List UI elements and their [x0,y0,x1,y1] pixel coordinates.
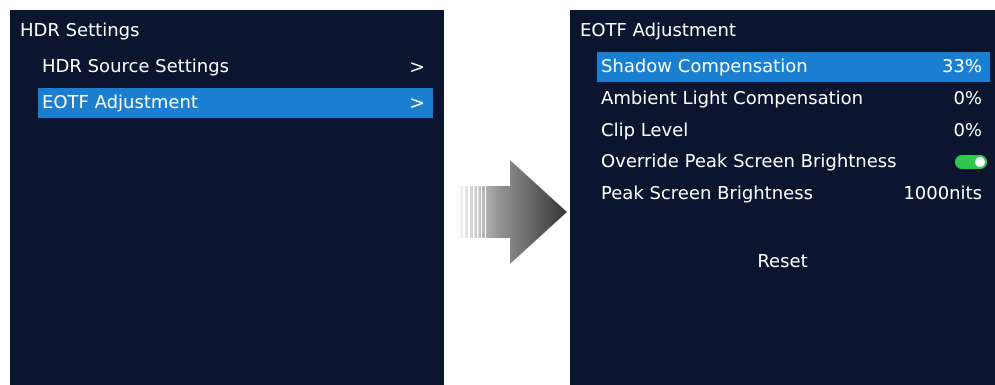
reset-button[interactable]: Reset [570,248,995,276]
menu-item-label: EOTF Adjustment [42,92,198,113]
setting-label: Clip Level [601,120,689,141]
setting-clip-level[interactable]: Clip Level 0% [597,116,990,146]
setting-value: 1000nits [903,183,982,204]
menu-item-eotf-adjustment[interactable]: EOTF Adjustment > [38,88,433,118]
menu-item-label: HDR Source Settings [42,56,229,77]
hdr-settings-panel: HDR Settings HDR Source Settings > EOTF … [10,10,444,385]
setting-label: Shadow Compensation [601,56,808,77]
setting-value: 0% [953,120,982,141]
eotf-adjustment-panel: EOTF Adjustment Shadow Compensation 33% … [570,10,995,385]
panel-title-hdr-settings: HDR Settings [20,20,140,41]
setting-value: 0% [953,88,982,109]
setting-label: Override Peak Screen Brightness [601,151,897,172]
panel-title-eotf-adjustment: EOTF Adjustment [580,20,736,41]
setting-label: Peak Screen Brightness [601,183,813,204]
toggle-knob [975,157,985,167]
setting-shadow-compensation[interactable]: Shadow Compensation 33% [597,52,990,82]
arrow-right-icon [455,160,567,264]
setting-value: 33% [941,56,982,77]
chevron-right-icon: > [409,92,425,114]
chevron-right-icon: > [409,56,425,78]
menu-item-hdr-source-settings[interactable]: HDR Source Settings > [38,52,433,82]
setting-override-peak-screen-brightness[interactable]: Override Peak Screen Brightness [597,147,990,177]
toggle-switch-icon[interactable] [955,155,987,169]
setting-peak-screen-brightness[interactable]: Peak Screen Brightness 1000nits [597,179,990,209]
setting-label: Ambient Light Compensation [601,88,864,109]
setting-ambient-light-compensation[interactable]: Ambient Light Compensation 0% [597,84,990,114]
